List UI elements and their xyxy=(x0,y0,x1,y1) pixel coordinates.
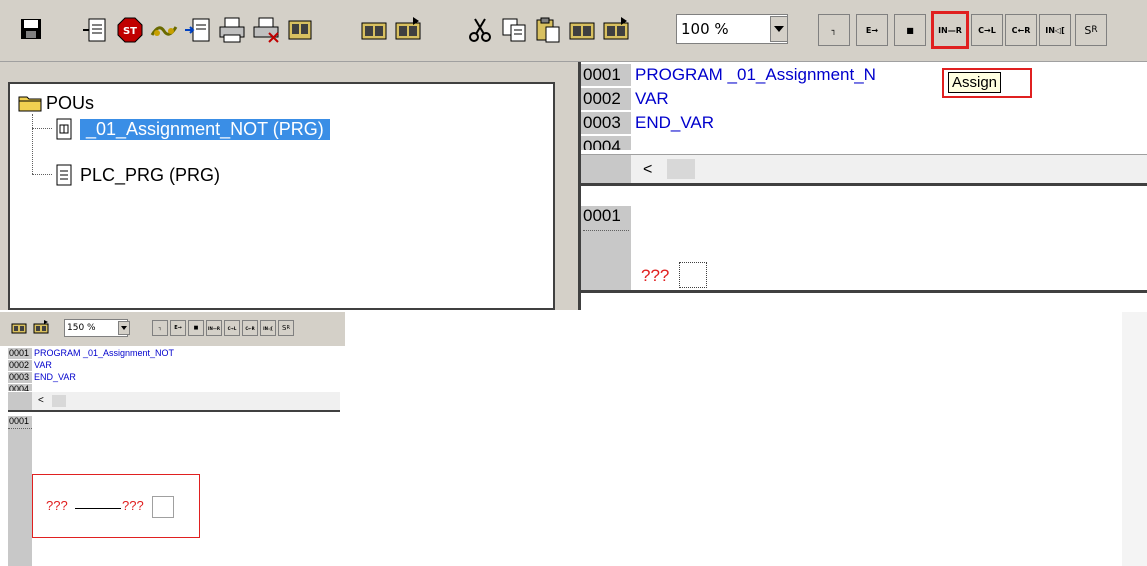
network-divider xyxy=(583,230,629,231)
mini-negated-coil-button[interactable]: C←R xyxy=(242,320,258,336)
scroll-left-icon[interactable]: < xyxy=(643,161,652,179)
import-icon[interactable] xyxy=(80,14,112,46)
mini-network-gutter xyxy=(8,416,32,566)
right-scroll-strip xyxy=(1122,312,1147,566)
step-icon[interactable] xyxy=(148,14,180,46)
scroll-gutter xyxy=(8,392,32,410)
set-reset-button[interactable]: SR xyxy=(1075,14,1107,46)
line-number: 0003 xyxy=(8,372,32,383)
main-toolbar: ST 100 % ┐ E→ ■ IN—R C→L C←R IN◁[S R xyxy=(0,0,1147,62)
tree-item-01-assignment-not[interactable]: _01_Assignment_NOT (PRG) xyxy=(54,116,330,142)
scroll-thumb[interactable] xyxy=(667,159,695,179)
mini-parallel-contact-button[interactable]: E→ xyxy=(170,320,186,336)
jump-button[interactable]: IN◁[ xyxy=(1039,14,1071,46)
editor-top: 0001 PROGRAM _01_Assignment_N 0002 VAR 0… xyxy=(578,62,1147,310)
svg-text:ST: ST xyxy=(123,26,137,37)
print-setup-icon[interactable] xyxy=(250,14,282,46)
contact-button[interactable]: ┐ xyxy=(818,14,850,46)
program-icon xyxy=(54,164,74,186)
zoom-dropdown-arrow[interactable] xyxy=(770,16,788,42)
mini-editor-panel: 150 % ┐ E→ ■ IN—R C→L C←R IN◁[ SR 0001 P… xyxy=(0,312,345,566)
line-number: 0004 xyxy=(8,384,32,391)
tree-item-label: _01_Assignment_NOT (PRG) xyxy=(80,118,330,140)
parallel-contact-button[interactable]: E→ xyxy=(856,14,888,46)
tree-item-plc-prg[interactable]: PLC_PRG (PRG) xyxy=(54,162,220,188)
negated-coil-button[interactable]: C←R xyxy=(1005,14,1037,46)
horizontal-scrollbar[interactable]: < xyxy=(581,154,1147,186)
pou-panel: POUs _01_Assignment_NOT (PRG) PLC_PRG (P… xyxy=(0,62,578,310)
pou-tree: POUs _01_Assignment_NOT (PRG) PLC_PRG (P… xyxy=(8,82,555,310)
zoom-value: 100 % xyxy=(681,20,729,38)
replace-icon[interactable] xyxy=(566,14,598,46)
tree-item-label: PLC_PRG (PRG) xyxy=(80,164,221,185)
line-number: 0003 xyxy=(581,112,631,134)
code-line[interactable]: PROGRAM _01_Assignment_N xyxy=(635,64,876,86)
find-next-icon[interactable] xyxy=(358,14,390,46)
line-number: 0001 xyxy=(581,64,631,86)
program-icon xyxy=(54,118,74,140)
insert-icon[interactable] xyxy=(182,14,214,46)
mini-zoom-value: 150 % xyxy=(67,323,96,333)
line-number: 0001 xyxy=(8,348,32,359)
tree-line xyxy=(32,174,52,175)
code-line[interactable]: END_VAR xyxy=(34,372,76,383)
line-number: 0002 xyxy=(581,88,631,110)
code-line[interactable]: VAR xyxy=(34,360,52,371)
network-empty-box[interactable] xyxy=(152,496,174,518)
code-line[interactable]: END_VAR xyxy=(635,112,714,134)
cut-icon[interactable] xyxy=(464,14,496,46)
find-next-icon[interactable] xyxy=(10,319,28,337)
copy-icon[interactable] xyxy=(498,14,530,46)
find-next-replace-icon[interactable] xyxy=(392,14,424,46)
network-wire xyxy=(75,508,121,509)
mini-jump-button[interactable]: IN◁[ xyxy=(260,320,276,336)
replace-all-icon[interactable] xyxy=(600,14,632,46)
assign-button[interactable]: IN—R xyxy=(931,11,969,49)
mini-network-number: 0001 xyxy=(9,416,30,426)
mini-box-button[interactable]: ■ xyxy=(188,320,204,336)
find-icon[interactable] xyxy=(284,14,316,46)
stop-icon[interactable]: ST xyxy=(114,14,146,46)
mini-contact-button[interactable]: ┐ xyxy=(152,320,168,336)
tooltip: Assign xyxy=(948,72,1002,93)
save-icon[interactable] xyxy=(18,16,44,42)
mini-assign-button[interactable]: IN—R xyxy=(206,320,222,336)
mini-horizontal-scrollbar[interactable]: < xyxy=(8,392,340,412)
scroll-thumb[interactable] xyxy=(52,395,66,407)
mini-set-reset-button[interactable]: SR xyxy=(278,320,294,336)
network-output-placeholder[interactable]: ??? xyxy=(122,498,144,513)
tree-root-pous[interactable]: POUs xyxy=(18,90,94,116)
tree-root-label: POUs xyxy=(46,92,95,113)
mini-toolbar: 150 % ┐ E→ ■ IN—R C→L C←R IN◁[ SR xyxy=(0,312,345,346)
network-placeholder[interactable]: ??? xyxy=(641,266,669,286)
paste-icon[interactable] xyxy=(532,14,564,46)
network-number: 0001 xyxy=(583,206,621,225)
mini-coil-button[interactable]: C→L xyxy=(224,320,240,336)
scroll-left-icon[interactable]: < xyxy=(38,395,44,406)
box-button[interactable]: ■ xyxy=(894,14,926,46)
tree-line xyxy=(32,128,52,129)
tooltip-highlight: Assign xyxy=(942,68,1032,98)
line-number: 0002 xyxy=(8,360,32,371)
network-divider xyxy=(8,428,32,429)
coil-button[interactable]: C→L xyxy=(971,14,1003,46)
replace-all-icon[interactable] xyxy=(32,319,50,337)
scroll-gutter xyxy=(581,155,631,183)
editor-divider xyxy=(581,290,1147,293)
network-input-placeholder[interactable]: ??? xyxy=(46,498,68,513)
print-icon[interactable] xyxy=(216,14,248,46)
code-line[interactable]: VAR xyxy=(635,88,669,110)
mini-zoom-arrow[interactable] xyxy=(118,321,130,335)
folder-icon xyxy=(18,94,42,112)
line-number: 0004 xyxy=(581,136,631,150)
tree-line xyxy=(32,114,33,174)
network-empty-box[interactable] xyxy=(679,262,707,288)
code-line[interactable]: PROGRAM _01_Assignment_NOT xyxy=(34,348,174,359)
